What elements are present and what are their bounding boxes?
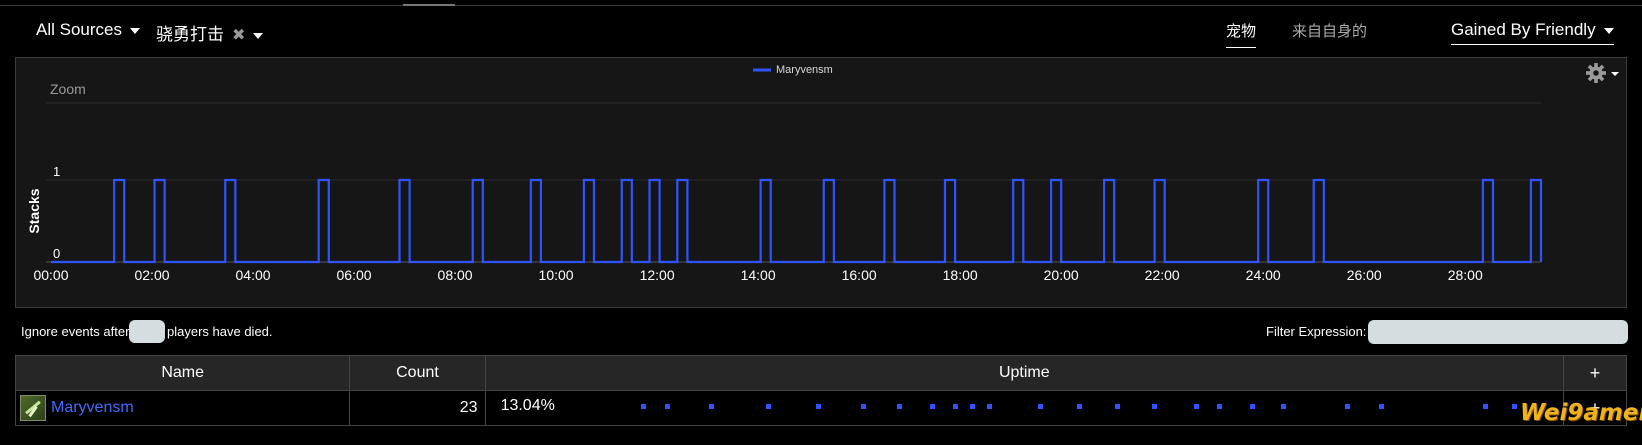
mode-dropdown[interactable]: Gained By Friendly <box>1451 20 1614 45</box>
x-tick-label: 18:00 <box>943 267 978 283</box>
ignore-prefix-text: Ignore events after <box>21 324 130 339</box>
x-tick-label: 04:00 <box>236 267 271 283</box>
active-tab-indicator <box>403 4 455 6</box>
uptime-tick <box>896 404 902 409</box>
chart-legend[interactable]: Maryvensm <box>753 64 833 76</box>
chevron-down-icon <box>253 32 264 39</box>
gear-icon[interactable] <box>1584 60 1622 86</box>
series-line-maryvensm <box>51 178 1543 264</box>
uptime-tick <box>952 404 958 409</box>
zoom-label[interactable]: Zoom <box>50 81 86 97</box>
y-tick-label: 0 <box>53 246 60 261</box>
uptime-tick <box>816 404 822 409</box>
chevron-down-icon <box>129 27 140 34</box>
x-tick-label: 22:00 <box>1145 267 1180 283</box>
x-tick-label: 28:00 <box>1448 267 1483 283</box>
x-tick-label: 14:00 <box>741 267 776 283</box>
uptime-tick <box>929 404 935 409</box>
name-cell: Maryvensm <box>14 390 351 426</box>
melee-strike-icon <box>20 395 46 421</box>
tab-pets[interactable]: 宠物 <box>1226 20 1257 48</box>
uptime-tick <box>1512 404 1518 409</box>
sources-dropdown[interactable]: All Sources <box>36 20 140 40</box>
x-tick-label: 12:00 <box>640 267 675 283</box>
uptime-tick <box>1344 404 1350 409</box>
stacks-chart-panel: Maryvensm Zoom Stacks 0 1 00:00 02:00 04:00… <box>15 57 1627 308</box>
filter-expression-input[interactable] <box>1368 320 1628 344</box>
uptime-tick <box>1217 404 1223 409</box>
uptime-tick <box>1151 404 1157 409</box>
player-link[interactable]: Maryvensm <box>51 399 134 416</box>
x-tick-label: 16:00 <box>842 267 877 283</box>
ability-dropdown[interactable]: 骁勇打击 ✖ <box>156 20 264 45</box>
chevron-down-icon <box>1603 27 1614 34</box>
x-tick-label: 02:00 <box>134 267 169 283</box>
uptime-tick <box>970 404 976 409</box>
top-border <box>0 5 1642 6</box>
uptime-tick <box>1038 404 1044 409</box>
uptime-tick <box>1077 404 1083 409</box>
table-row: Maryvensm 23 13.04% + <box>14 390 1627 426</box>
tab-self[interactable]: 来自自身的 <box>1292 20 1367 41</box>
stacks-chart: Maryvensm Zoom Stacks 0 1 00:00 02:00 04:00… <box>26 64 1543 283</box>
uptime-cell: 13.04% <box>484 390 1565 426</box>
header-add[interactable]: + <box>1563 355 1627 391</box>
toolbar: All Sources 骁勇打击 ✖ 宠物 来自自身的 Gained By Fri… <box>0 14 1642 50</box>
x-tick-label: 26:00 <box>1347 267 1382 283</box>
y-axis-label: Stacks <box>26 188 42 233</box>
uptime-tick <box>766 404 772 409</box>
uptime-tick <box>708 404 714 409</box>
legend-label: Maryvensm <box>776 64 833 76</box>
death-count-input[interactable] <box>129 320 165 343</box>
mode-dropdown-label: Gained By Friendly <box>1451 20 1596 39</box>
x-tick-label: 08:00 <box>438 267 473 283</box>
uptime-tick <box>861 404 867 409</box>
y-tick-label: 1 <box>53 164 60 179</box>
sources-dropdown-label: All Sources <box>36 20 122 39</box>
uptime-tick <box>1114 404 1120 409</box>
uptime-tick <box>665 404 671 409</box>
uptime-percent: 13.04% <box>500 397 555 414</box>
uptime-tick <box>987 404 993 409</box>
buff-table: Name Count Uptime + Maryvensm 23 13.04% … <box>14 355 1627 426</box>
filter-row: Ignore events after players have died. F… <box>0 318 1642 348</box>
x-tick-label: 06:00 <box>337 267 372 283</box>
header-name[interactable]: Name <box>14 355 351 391</box>
close-icon[interactable]: ✖ <box>232 25 245 45</box>
uptime-tick <box>1249 404 1255 409</box>
x-tick-label: 20:00 <box>1044 267 1079 283</box>
header-uptime[interactable]: Uptime <box>484 355 1565 391</box>
uptime-tick <box>1193 404 1199 409</box>
uptime-tick <box>1280 404 1286 409</box>
uptime-tick <box>1378 404 1384 409</box>
ignore-suffix-text: players have died. <box>167 324 273 339</box>
x-tick-label: 24:00 <box>1246 267 1281 283</box>
table-header-row: Name Count Uptime + <box>14 355 1627 391</box>
header-count[interactable]: Count <box>349 355 486 391</box>
uptime-tick <box>640 404 646 409</box>
count-cell: 23 <box>349 390 486 426</box>
uptime-tick <box>1482 404 1488 409</box>
watermark-logo: Wei9amer <box>1520 400 1642 426</box>
x-tick-label: 00:00 <box>33 267 68 283</box>
ability-dropdown-label: 骁勇打击 <box>156 25 224 44</box>
x-tick-label: 10:00 <box>539 267 574 283</box>
filter-expression-label: Filter Expression: <box>1266 324 1367 339</box>
